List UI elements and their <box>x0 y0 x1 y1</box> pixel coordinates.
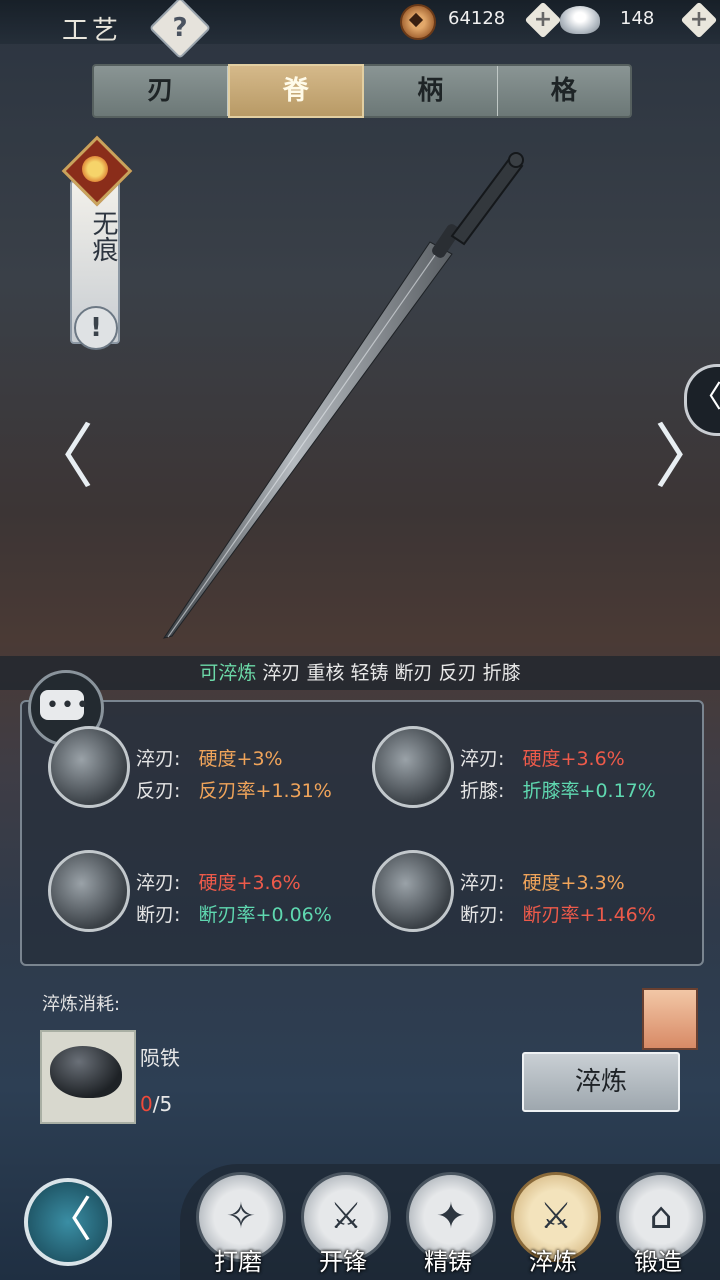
tab-hilt[interactable]: 柄 <box>364 66 498 116</box>
help-icon[interactable]: ? <box>158 6 202 50</box>
nav-cast[interactable]: ✦ 精铸 <box>400 1172 496 1276</box>
sun-icon <box>82 156 108 182</box>
option-line-1: 淬刃: 硬度+3.6% <box>136 872 301 894</box>
option-line-2: 断刃: 断刃率+1.46% <box>460 904 656 926</box>
nav-label: 精铸 <box>424 1248 472 1276</box>
material-name: 陨铁 <box>140 1046 180 1070</box>
option-sword-icon <box>48 850 130 932</box>
lantern-decoration <box>642 988 698 1050</box>
attribute-strip: 可淬炼 淬刃 重核 轻铸 断刃 反刃 折膝 <box>0 656 720 690</box>
option-sword-icon <box>48 726 130 808</box>
refine-button[interactable]: 淬炼 <box>522 1052 680 1112</box>
refinable-label: 可淬炼 <box>199 662 257 684</box>
silver-amount: 148 <box>620 8 655 29</box>
option-sword-icon <box>372 850 454 932</box>
nav-forge[interactable]: ⌂ 锻造 <box>610 1172 706 1276</box>
nav-label: 打磨 <box>214 1248 262 1276</box>
option-line-1: 淬刃: 硬度+3.3% <box>460 872 625 894</box>
part-tabs: 刃 脊 柄 格 <box>92 64 632 118</box>
option-line-2: 断刃: 断刃率+0.06% <box>136 904 332 926</box>
nav-polish[interactable]: ✧ 打磨 <box>190 1172 286 1276</box>
tab-blade[interactable]: 刃 <box>94 66 228 116</box>
back-button[interactable]: 〈 <box>24 1178 112 1266</box>
silver-ingot-icon <box>560 6 600 34</box>
tab-guard[interactable]: 格 <box>498 66 631 116</box>
nav-sharpen[interactable]: ⚔ 开锋 <box>295 1172 391 1276</box>
refine-option-1[interactable]: 淬刃: 硬度+3% 反刃: 反刃率+1.31% <box>44 724 360 810</box>
chat-dots: ••• <box>46 693 91 718</box>
material-count: 0/5 <box>140 1092 173 1116</box>
nav-label: 开锋 <box>319 1248 367 1276</box>
refine-option-3[interactable]: 淬刃: 硬度+3.6% 断刃: 断刃率+0.06% <box>44 848 360 934</box>
option-line-1: 淬刃: 硬度+3% <box>136 748 283 770</box>
attribute-list: 淬刃 重核 轻铸 断刃 反刃 折膝 <box>262 662 521 684</box>
prev-arrow-icon[interactable]: 〈 <box>24 422 94 492</box>
nav-refine[interactable]: ⚔ 淬炼 <box>505 1172 601 1276</box>
copper-amount: 64128 <box>448 8 506 29</box>
option-sword-icon <box>372 726 454 808</box>
add-copper-icon[interactable]: + <box>528 5 558 35</box>
alert-icon[interactable]: ! <box>74 306 118 350</box>
page-title: 工艺 <box>62 16 123 46</box>
weapon-name: 无痕 <box>88 210 118 262</box>
add-silver-icon[interactable]: + <box>684 5 714 35</box>
option-line-2: 折膝: 折膝率+0.17% <box>460 780 656 802</box>
sword-image <box>162 152 524 639</box>
nav-label: 锻造 <box>634 1248 682 1276</box>
cost-label: 淬炼消耗: <box>42 994 121 1015</box>
refine-option-2[interactable]: 淬刃: 硬度+3.6% 折膝: 折膝率+0.17% <box>368 724 684 810</box>
option-line-1: 淬刃: 硬度+3.6% <box>460 748 625 770</box>
tab-spine[interactable]: 脊 <box>227 64 364 118</box>
option-line-2: 反刃: 反刃率+1.31% <box>136 780 332 802</box>
refine-option-4[interactable]: 淬刃: 硬度+3.3% 断刃: 断刃率+1.46% <box>368 848 684 934</box>
nav-label: 淬炼 <box>529 1248 577 1276</box>
